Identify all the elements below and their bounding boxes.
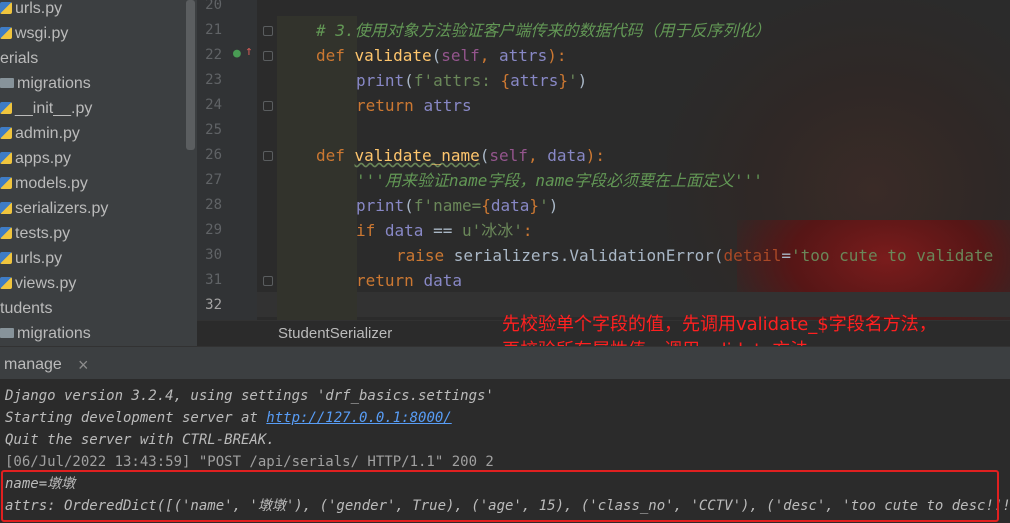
code-line-31: return data	[356, 271, 462, 290]
folder-icon	[0, 77, 14, 88]
code-line-21: # 3.使用对象方法验证客户端传来的数据代码（用于反序列化）	[316, 21, 771, 40]
python-file-icon	[0, 101, 12, 114]
code-line-24: return attrs	[356, 96, 472, 115]
python-file-icon	[0, 126, 12, 139]
code-line-29: if data == u'冰冰':	[356, 221, 533, 240]
line-number: 27	[205, 172, 222, 188]
tree-item-tests[interactable]: tests.py	[0, 221, 70, 246]
line-number: 22	[205, 47, 222, 63]
breadcrumb[interactable]: StudentSerializer	[278, 321, 392, 346]
tree-item-students-dir[interactable]: tudents	[0, 296, 52, 321]
annotation-line-1: 先校验单个字段的值，先调用validate_$字段名方法，	[502, 314, 937, 335]
python-file-icon	[0, 26, 12, 39]
code-editor[interactable]: 20 21 22 23 24 25 26 27 28 29 30 31 32 ●…	[197, 0, 1010, 346]
python-file-icon	[0, 151, 12, 164]
python-file-icon	[0, 201, 12, 214]
code-line-28: print(f'name={data}')	[356, 196, 559, 215]
console-line: Django version 3.2.4, using settings 'dr…	[5, 388, 494, 404]
tree-item-views[interactable]: views.py	[0, 271, 76, 296]
fold-marker-icon[interactable]	[263, 101, 273, 111]
fold-marker-icon[interactable]	[263, 151, 273, 161]
annotation-highlight-box	[1, 470, 999, 522]
line-number: 24	[205, 97, 222, 113]
tree-item-urls-2[interactable]: urls.py	[0, 246, 62, 271]
python-file-icon	[0, 226, 12, 239]
python-file-icon	[0, 276, 12, 289]
console-line: Quit the server with CTRL-BREAK.	[5, 432, 275, 448]
tree-item-init[interactable]: __init__.py	[0, 96, 92, 121]
tree-scrollbar[interactable]	[186, 0, 195, 150]
tree-item-apps[interactable]: apps.py	[0, 146, 71, 171]
override-icon[interactable]: ●	[233, 46, 241, 61]
code-line-26: def validate_name(self, data):	[316, 146, 605, 165]
python-file-icon	[0, 176, 12, 189]
python-file-icon	[0, 1, 12, 14]
code-line-22: def validate(self, attrs):	[316, 46, 567, 65]
python-file-icon	[0, 251, 12, 264]
console-line: Starting development server at http://12…	[5, 410, 452, 426]
line-number: 25	[205, 122, 222, 138]
line-number: 23	[205, 72, 222, 88]
tree-item-serials-dir[interactable]: erials	[0, 46, 38, 71]
project-tree: urls.py wsgi.py erials migrations __init…	[0, 0, 197, 346]
line-number: 26	[205, 147, 222, 163]
tab-manage[interactable]: manage	[4, 347, 62, 380]
tree-item-wsgi[interactable]: wsgi.py	[0, 21, 68, 46]
fold-marker-icon[interactable]	[263, 276, 273, 286]
code-line-30: raise serializers.ValidationError(detail…	[396, 246, 994, 265]
code-line-27: '''用来验证name字段，name字段必须要在上面定义'''	[356, 171, 763, 190]
line-number: 28	[205, 197, 222, 213]
folder-icon	[0, 327, 14, 338]
close-icon[interactable]: ×	[78, 347, 89, 380]
arrow-up-icon: ↑	[245, 44, 253, 59]
tree-item-urls[interactable]: urls.py	[0, 0, 62, 21]
line-number: 20	[205, 0, 222, 13]
server-url-link[interactable]: http://127.0.0.1:8000/	[266, 410, 451, 426]
fold-marker-icon[interactable]	[263, 51, 273, 61]
line-number: 32	[205, 297, 222, 313]
line-number: 31	[205, 272, 222, 288]
tree-item-migrations-2[interactable]: migrations	[0, 321, 91, 346]
run-panel-header: manage ×	[0, 346, 1010, 380]
tree-item-models[interactable]: models.py	[0, 171, 88, 196]
line-number: 21	[205, 22, 222, 38]
tree-item-migrations[interactable]: migrations	[0, 71, 91, 96]
tree-item-admin[interactable]: admin.py	[0, 121, 80, 146]
tree-item-serializers[interactable]: serializers.py	[0, 196, 108, 221]
code-line-23: print(f'attrs: {attrs}')	[356, 71, 588, 90]
line-number: 30	[205, 247, 222, 263]
line-number: 29	[205, 222, 222, 238]
fold-marker-icon[interactable]	[263, 26, 273, 36]
